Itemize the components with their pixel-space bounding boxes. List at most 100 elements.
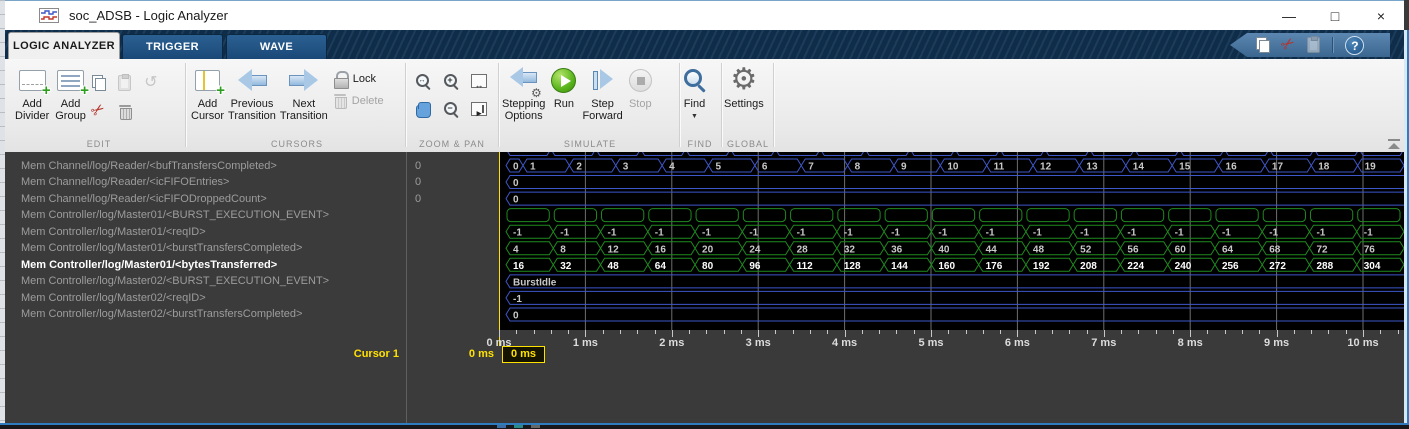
copy-icon[interactable]	[1256, 37, 1270, 53]
svg-text:160: 160	[938, 261, 955, 272]
svg-text:-1: -1	[1127, 228, 1136, 239]
svg-text:-1: -1	[986, 228, 995, 239]
axis-tick	[965, 330, 967, 334]
tab-trigger[interactable]: TRIGGER	[122, 34, 223, 59]
ribbon: Add Divider Add Group Add Cursor	[5, 59, 1404, 152]
axis-tick	[1000, 330, 1002, 334]
svg-text:8: 8	[855, 162, 861, 173]
tab-wave[interactable]: WAVE	[226, 34, 327, 59]
step-forward-button[interactable]: Step Forward	[582, 61, 623, 122]
axis-tick	[827, 330, 829, 334]
axis-tick	[1276, 330, 1278, 337]
signal-row[interactable]: Mem Controller/log/Master01/<reqID>	[5, 224, 395, 241]
add-group-label: Add Group	[55, 98, 86, 122]
stop-label: Stop	[628, 98, 652, 110]
paste-button[interactable]	[118, 74, 132, 91]
axis-tick	[775, 330, 777, 334]
svg-text:272: 272	[1269, 261, 1286, 272]
svg-text:-1: -1	[1364, 228, 1373, 239]
svg-text:76: 76	[1364, 244, 1376, 255]
stepping-options-button[interactable]: ⚙ Stepping Options	[502, 61, 545, 122]
duplicate-button[interactable]	[144, 74, 157, 92]
svg-text:56: 56	[1127, 244, 1139, 255]
previous-transition-button[interactable]: Previous Transition	[228, 61, 276, 122]
axis-tick	[671, 330, 673, 337]
signal-row[interactable]: Mem Controller/log/Master01/<bytesTransf…	[5, 257, 395, 274]
add-cursor-button[interactable]: Add Cursor	[191, 61, 225, 122]
section-label-simulate: SIMULATE	[563, 139, 617, 149]
svg-text:-1: -1	[797, 228, 806, 239]
axis-tick	[637, 330, 639, 334]
help-icon[interactable]	[1345, 35, 1365, 55]
name-value-separator[interactable]	[406, 152, 407, 423]
section-zoom-pan	[409, 61, 497, 137]
axis-tick	[844, 330, 846, 337]
cursor-value-box[interactable]: 0 ms	[502, 346, 545, 363]
settings-button[interactable]: Settings	[724, 61, 764, 110]
find-button[interactable]: Find	[682, 61, 707, 123]
waveform-canvas[interactable]: 0 1 2 3 4 5 6 7 8 9 10 11 12 13 14 15 16 17 18 1900-1 -1 -1 -1…	[500, 152, 1404, 330]
signal-cursor-value: 0	[415, 159, 422, 172]
svg-text:12: 12	[608, 244, 620, 255]
svg-text:52: 52	[1080, 244, 1092, 255]
svg-text:256: 256	[1222, 261, 1239, 272]
zoom-in-time-icon[interactable]	[415, 73, 432, 90]
svg-text:-1: -1	[655, 228, 664, 239]
signal-row[interactable]: Mem Controller/log/Master02/<burstTransf…	[5, 306, 395, 323]
signal-row[interactable]: Mem Controller/log/Master01/<BURST_EXECU…	[5, 207, 395, 224]
cut-button[interactable]	[92, 102, 105, 120]
cut-icon[interactable]	[1282, 36, 1295, 54]
next-transition-button[interactable]: Next Transition	[280, 61, 328, 122]
svg-text:20: 20	[702, 244, 714, 255]
delete-cursor-icon	[333, 93, 347, 109]
signal-row[interactable]: Mem Controller/log/Master02/<BURST_EXECU…	[5, 273, 395, 290]
run-button[interactable]: Run	[551, 61, 577, 110]
section-divider	[773, 63, 774, 147]
ribbon-tabstrip: LOGIC ANALYZER TRIGGER WAVE	[5, 30, 1404, 59]
signal-row[interactable]: Mem Controller/log/Master02/<reqID>	[5, 290, 395, 307]
axis-tick	[896, 330, 898, 334]
close-button[interactable]: ×	[1358, 1, 1404, 31]
lock-label: Lock	[352, 73, 377, 85]
signal-row[interactable]: Mem Controller/log/Master01/<burstTransf…	[5, 240, 395, 257]
copy-button[interactable]	[91, 75, 106, 91]
section-cursors: Add Cursor Previous Transition Next Tran…	[191, 61, 403, 137]
maximize-button[interactable]: □	[1312, 1, 1358, 31]
signal-row[interactable]: Mem Channel/log/Reader/<icFIFOEntries>	[5, 174, 395, 191]
signal-row[interactable]: Mem Channel/log/Reader/<icFIFODroppedCou…	[5, 191, 395, 208]
axis-tick	[550, 330, 552, 334]
zoom-to-cursor-icon[interactable]	[471, 102, 487, 116]
svg-text:-1: -1	[891, 228, 900, 239]
zoom-out-icon[interactable]	[443, 101, 460, 118]
zoom-in-icon[interactable]	[443, 73, 460, 90]
add-divider-button[interactable]: Add Divider	[15, 61, 51, 122]
add-group-button[interactable]: Add Group	[55, 61, 89, 122]
tab-logic-analyzer[interactable]: LOGIC ANALYZER	[8, 32, 120, 59]
svg-text:192: 192	[1033, 261, 1050, 272]
run-icon	[551, 67, 577, 93]
delete-cursor-button[interactable]: Delete	[333, 93, 384, 109]
svg-text:16: 16	[655, 244, 667, 255]
svg-text:64: 64	[1222, 244, 1234, 255]
section-divider	[679, 63, 680, 147]
lock-button[interactable]: Lock	[333, 71, 384, 89]
svg-text:288: 288	[1316, 261, 1333, 272]
fit-to-view-icon[interactable]	[471, 74, 487, 88]
pan-icon[interactable]	[415, 101, 431, 118]
axis-tick	[1190, 330, 1192, 337]
collapse-ribbon-icon[interactable]	[1386, 139, 1402, 150]
section-label-zoom-pan: ZOOM & PAN	[419, 139, 485, 149]
signal-row[interactable]: Mem Channel/log/Reader/<bufTransfersComp…	[5, 158, 395, 175]
axis-tick	[1345, 330, 1347, 334]
step-forward-label: Step Forward	[582, 98, 623, 122]
axis-tick	[689, 330, 691, 334]
minimize-button[interactable]: —	[1266, 1, 1312, 31]
cursor-line[interactable]	[499, 152, 500, 346]
axis-tick	[1138, 330, 1140, 334]
section-label-global: GLOBAL	[726, 139, 770, 149]
window-title: soc_ADSB - Logic Analyzer	[69, 8, 228, 23]
signal-cursor-value: 0	[415, 176, 422, 189]
paste-icon[interactable]	[1307, 36, 1321, 53]
delete-signal-button[interactable]	[118, 104, 132, 120]
stop-button[interactable]: Stop	[628, 61, 652, 110]
